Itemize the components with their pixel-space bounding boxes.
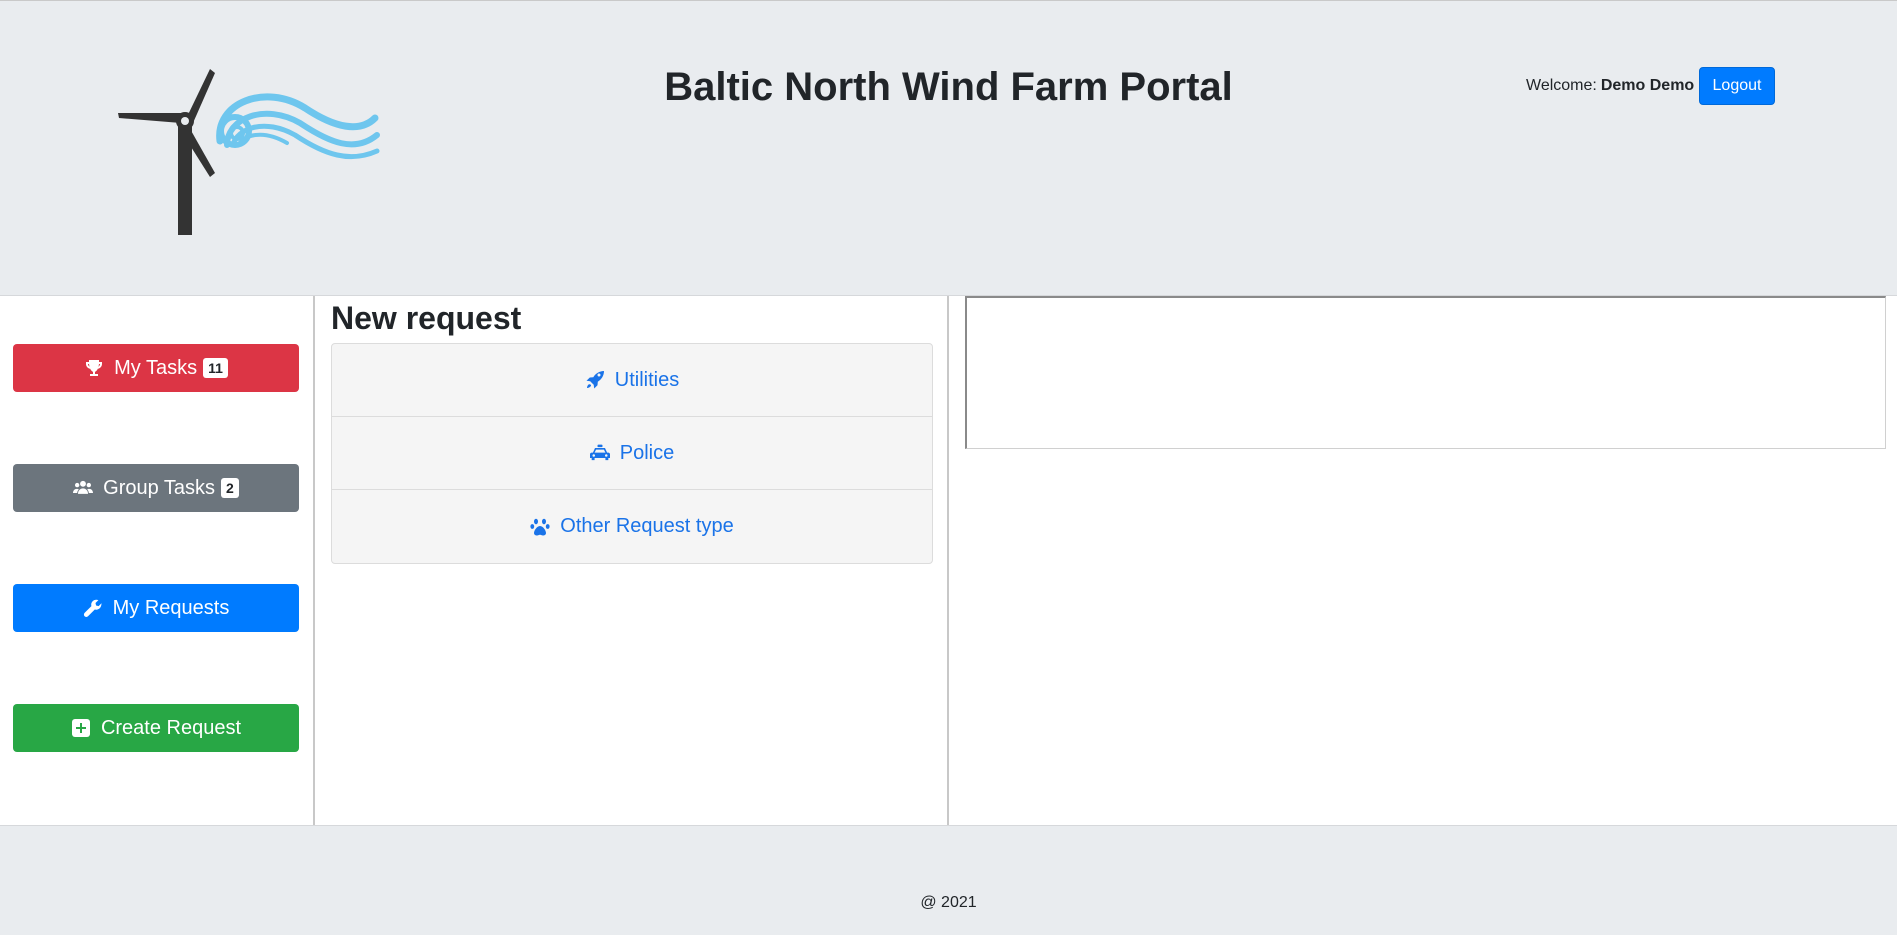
request-type-utilities-label: Utilities <box>614 368 680 391</box>
page-footer: @ 2021 <box>0 825 1897 935</box>
new-request-title: New request <box>331 300 522 336</box>
users-icon <box>73 478 94 498</box>
create-request-button[interactable]: Create Request <box>13 704 299 752</box>
request-type-list: Utilities Police Other Request type <box>331 343 933 564</box>
welcome-message: Welcome: Demo Demo <box>1526 67 1694 105</box>
sidebar: My Tasks 11 Group Tasks 2 My Requests Cr… <box>0 296 315 825</box>
group-tasks-label: Group Tasks <box>103 476 216 499</box>
request-type-other-label: Other Request type <box>560 515 734 537</box>
logout-button[interactable]: Logout <box>1699 67 1775 105</box>
group-tasks-count-badge: 2 <box>221 478 239 498</box>
request-type-other[interactable]: Other Request type <box>332 490 932 563</box>
my-tasks-button[interactable]: My Tasks 11 <box>13 344 299 392</box>
car-icon <box>589 443 610 463</box>
wrench-icon <box>83 598 103 618</box>
request-type-police-label: Police <box>619 441 675 464</box>
user-name: Demo Demo <box>1600 77 1695 94</box>
copyright-text: @ 2021 <box>920 894 977 911</box>
request-type-police[interactable]: Police <box>332 417 932 490</box>
my-tasks-count-badge: 11 <box>203 358 228 378</box>
my-requests-button[interactable]: My Requests <box>13 584 299 632</box>
request-type-utilities[interactable]: Utilities <box>332 344 932 417</box>
create-request-label: Create Request <box>100 716 242 739</box>
welcome-label: Welcome: <box>1526 77 1597 94</box>
my-tasks-label: My Tasks <box>114 356 198 379</box>
plus-square-icon <box>71 718 91 738</box>
new-request-panel: New request Utilities Police Other Reque… <box>315 296 949 825</box>
rocket-icon <box>585 370 605 390</box>
trophy-icon <box>84 358 104 378</box>
group-tasks-button[interactable]: Group Tasks 2 <box>13 464 299 512</box>
my-requests-label: My Requests <box>112 596 230 619</box>
paw-icon <box>530 517 550 537</box>
page-header: Baltic North Wind Farm Portal Welcome: D… <box>0 0 1897 296</box>
content-frame <box>965 296 1886 449</box>
